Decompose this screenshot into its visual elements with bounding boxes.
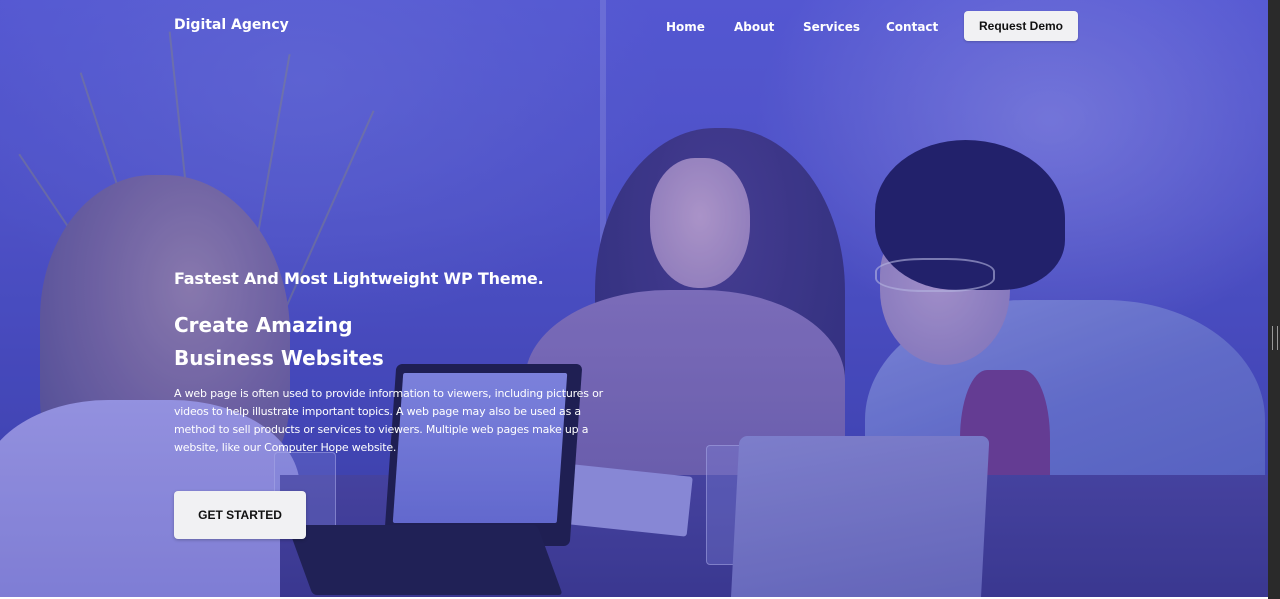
nav-link-about[interactable]: About: [734, 20, 774, 34]
get-started-button[interactable]: GET STARTED: [174, 491, 306, 539]
nav-link-services[interactable]: Services: [803, 20, 860, 34]
hero-tagline: Fastest And Most Lightweight WP Theme.: [174, 269, 544, 288]
hero-headline-line-1: Create Amazing: [174, 313, 353, 337]
hero-headline: Create Amazing Business Websites: [174, 309, 384, 375]
scrollbar[interactable]: [1268, 0, 1280, 599]
request-demo-button[interactable]: Request Demo: [964, 11, 1078, 41]
hero-headline-line-2: Business Websites: [174, 346, 384, 370]
scrollbar-grip-icon[interactable]: [1272, 326, 1278, 350]
hero-description: A web page is often used to provide info…: [174, 387, 603, 454]
nav-link-home[interactable]: Home: [666, 20, 705, 34]
nav-link-contact[interactable]: Contact: [886, 20, 938, 34]
